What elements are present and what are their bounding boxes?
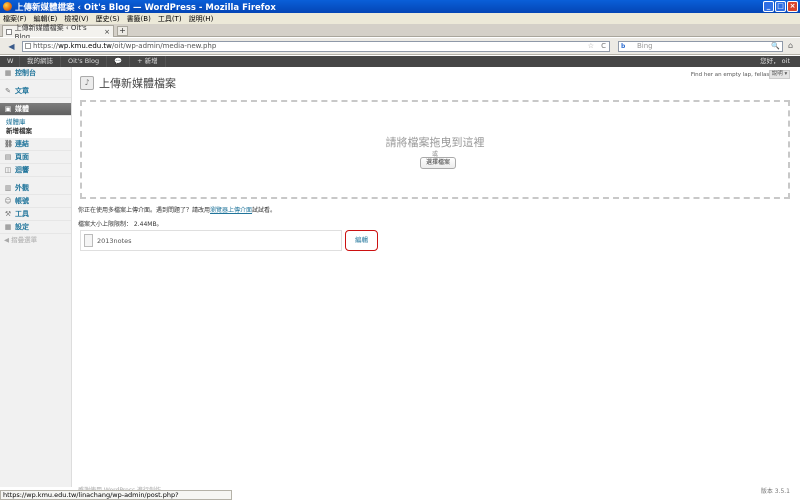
sidebar-item-settings[interactable]: ▦ 設定 (0, 221, 71, 234)
pin-icon: ✎ (5, 87, 11, 95)
page-title: ♪ 上傳新媒體檔案 (80, 75, 176, 91)
window-title-bar: 上傳新媒體檔案 ‹ Oit's Blog — WordPress - Mozil… (0, 0, 800, 13)
menu-help[interactable]: 說明(H) (189, 14, 214, 24)
tools-icon: ⚒ (4, 210, 12, 218)
dashboard-icon: ▦ (4, 69, 12, 77)
search-input[interactable]: b Bing 🔍 (618, 41, 783, 52)
tab-media-upload[interactable]: 上傳新媒體檔案 ‹ Oit's Blog ... × (2, 24, 114, 41)
document-icon (84, 234, 93, 247)
max-upload-size: 檔案大小上限限制： 2.44MB。 (78, 221, 163, 228)
url-path: /oit/wp-admin/media-new.php (111, 42, 217, 50)
sidebar-item-appearance[interactable]: ▥ 外觀 (0, 182, 71, 195)
uploader-note-text: 你正在使用多檔案上傳介面。遇到問題了？請改用 (78, 207, 211, 214)
appearance-icon: ▥ (4, 184, 12, 192)
sidebar-item-media[interactable]: ▣ 媒體 (0, 103, 71, 116)
new-tab-button[interactable]: + (117, 26, 128, 36)
sidebar-item-comments[interactable]: ◫ 迴響 (0, 164, 71, 177)
sidebar-item-label: 帳號 (15, 197, 29, 205)
wp-admin-bar: W 我的網誌 Oit's Blog 💬 + 新增 您好， oit (0, 56, 800, 67)
main-content: Find her an empty lap, fellas. 說明 ▾ ♪ 上傳… (78, 67, 793, 487)
howdy-user-link[interactable]: 您好， oit (760, 56, 790, 67)
minimize-icon[interactable]: _ (763, 1, 774, 12)
sidebar-item-label: 文章 (15, 87, 29, 95)
search-placeholder: Bing (637, 42, 653, 50)
home-icon[interactable]: ⌂ (788, 41, 793, 50)
tab-strip: 上傳新媒體檔案 ‹ Oit's Blog ... × + (0, 24, 800, 41)
navigation-bar: ◀ https://wp.kmu.edu.tw/oit/wp-admin/med… (0, 38, 800, 55)
site-identity-icon[interactable] (25, 43, 31, 49)
sidebar-item-label: 外觀 (15, 184, 29, 192)
tab-close-icon[interactable]: × (104, 28, 110, 36)
hello-dolly-text: Find her an empty lap, fellas. (690, 72, 771, 78)
comment-icon: ◫ (4, 166, 12, 174)
window-title: 上傳新媒體檔案 ‹ Oit's Blog — WordPress - Mozil… (15, 2, 276, 13)
my-sites-link[interactable]: 我的網誌 (20, 56, 61, 67)
sidebar-item-label: 媒體 (15, 105, 29, 113)
menu-tools[interactable]: 工具(T) (158, 14, 182, 24)
page-icon (6, 28, 12, 35)
help-tab-button[interactable]: 說明 ▾ (769, 70, 790, 79)
sidebar-item-label: 連結 (15, 140, 29, 148)
sidebar-item-posts[interactable]: ✎ 文章 (0, 85, 71, 98)
search-icon[interactable]: 🔍 (771, 42, 780, 51)
uploader-note: 你正在使用多檔案上傳介面。遇到問題了？請改用瀏覽器上傳介面試試看。 (78, 205, 276, 214)
sidebar-item-users[interactable]: ☺ 帳號 (0, 195, 71, 208)
edit-media-link[interactable]: 編輯 (345, 230, 378, 251)
drag-drop-area[interactable]: 請將檔案拖曳到這裡 或 選擇檔案 (80, 100, 790, 199)
uploader-note-text-end: 試試看。 (252, 207, 277, 214)
sidebar-item-label: 頁面 (15, 153, 29, 161)
admin-sidebar: ▦ 控制台 ✎ 文章 ▣ 媒體 媒體庫 新增檔案 ⛓ 連結 ▤ 頁面 ◫ 迴響 … (0, 67, 72, 487)
sidebar-item-label: 迴響 (15, 166, 29, 174)
back-icon[interactable]: ◀ (6, 41, 17, 52)
drop-instructions: 請將檔案拖曳到這裡 (385, 136, 485, 149)
firefox-icon (3, 2, 12, 11)
reload-icon[interactable]: C (601, 42, 606, 51)
sidebar-item-pages[interactable]: ▤ 頁面 (0, 151, 71, 164)
collapse-menu-button[interactable]: ◀ 摺疊選單 (0, 234, 71, 247)
wp-version: 版本 3.5.1 (760, 488, 790, 495)
comments-icon[interactable]: 💬 (107, 56, 131, 67)
page-icon: ▤ (4, 153, 12, 161)
sidebar-item-label: 設定 (15, 223, 29, 231)
sidebar-item-label: 控制台 (15, 69, 36, 77)
bookmark-star-icon[interactable]: ☆ (588, 42, 594, 51)
menu-bookmarks[interactable]: 書籤(B) (127, 14, 151, 24)
users-icon: ☺ (4, 197, 12, 205)
select-files-button[interactable]: 選擇檔案 (420, 157, 456, 169)
sidebar-item-links[interactable]: ⛓ 連結 (0, 138, 71, 151)
file-name: 2013notes (97, 236, 132, 245)
status-bar: https://wp.kmu.edu.tw/linachang/wp-admin… (0, 490, 232, 500)
close-icon[interactable]: × (787, 1, 798, 12)
media-upload-icon: ♪ (80, 76, 94, 90)
media-submenu: 媒體庫 新增檔案 (0, 116, 71, 138)
maximize-icon[interactable]: □ (775, 1, 786, 12)
url-host: wp.kmu.edu.tw (58, 42, 112, 50)
sidebar-item-label: 工具 (15, 210, 29, 218)
submenu-add-new[interactable]: 新增檔案 (6, 127, 71, 136)
window-controls: _ □ × (763, 1, 798, 12)
bing-icon[interactable]: b (621, 43, 634, 50)
uploaded-file-item: 2013notes (80, 230, 342, 251)
site-name-link[interactable]: Oit's Blog (61, 56, 108, 67)
url-prefix: https:// (33, 42, 59, 50)
media-icon: ▣ (4, 105, 12, 113)
page-title-text: 上傳新媒體檔案 (99, 77, 176, 90)
link-icon: ⛓ (4, 140, 13, 148)
submenu-media-library[interactable]: 媒體庫 (6, 118, 71, 127)
menu-bar: 檔案(F) 編輯(E) 檢視(V) 歷史(S) 書籤(B) 工具(T) 說明(H… (0, 13, 800, 24)
sidebar-item-dashboard[interactable]: ▦ 控制台 (0, 67, 71, 80)
new-content-link[interactable]: + 新增 (130, 56, 166, 67)
collapse-label: 摺疊選單 (11, 236, 38, 244)
browser-uploader-link[interactable]: 瀏覽器上傳介面 (210, 207, 252, 214)
url-bar[interactable]: https://wp.kmu.edu.tw/oit/wp-admin/media… (22, 41, 610, 52)
wordpress-logo-icon[interactable]: W (0, 56, 20, 67)
sidebar-item-tools[interactable]: ⚒ 工具 (0, 208, 71, 221)
settings-icon: ▦ (4, 223, 12, 231)
